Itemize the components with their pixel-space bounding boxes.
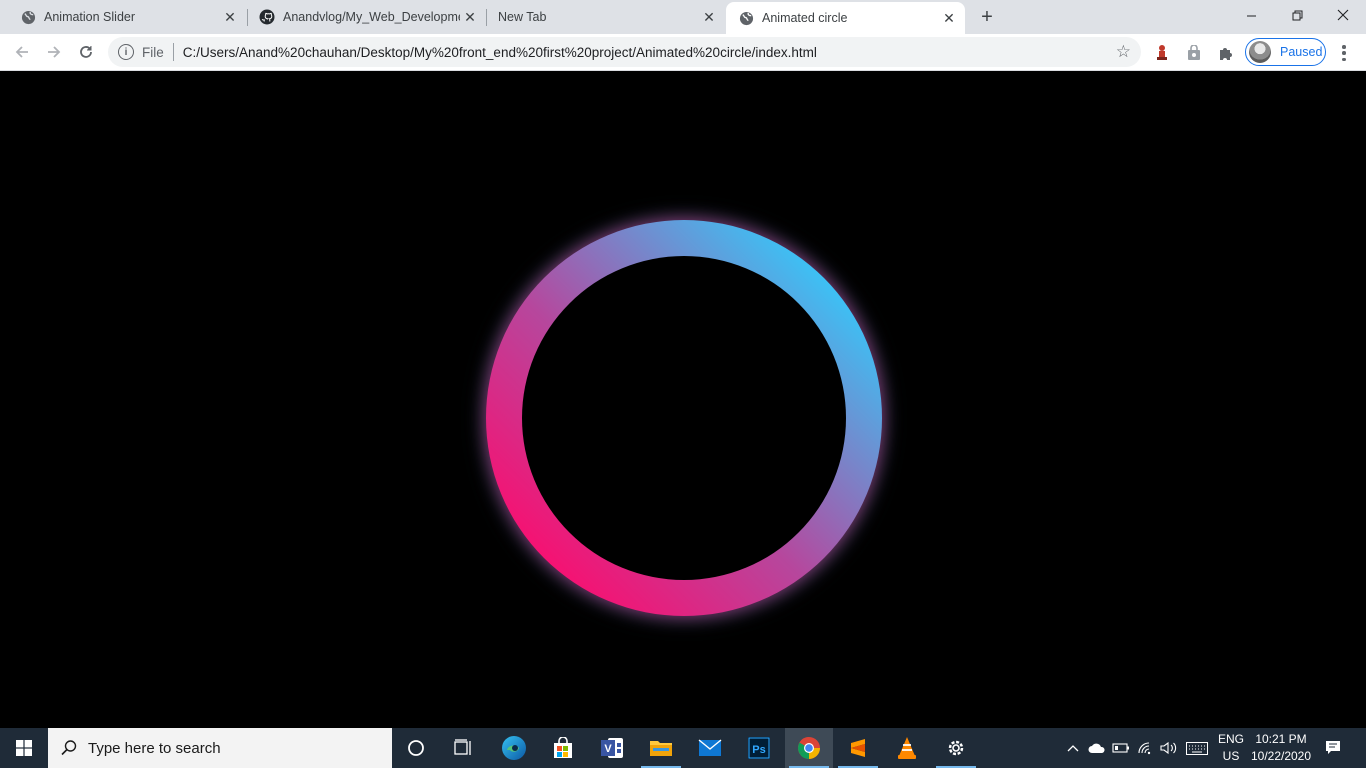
tab-close-icon[interactable]: ✕ (699, 7, 719, 27)
settings-icon[interactable] (932, 728, 980, 768)
tab-title: Animation Slider (44, 10, 136, 24)
sublime-text-icon[interactable] (834, 728, 882, 768)
cortana-icon[interactable] (392, 728, 440, 768)
info-icon[interactable]: i (118, 44, 134, 60)
close-icon (1337, 9, 1349, 21)
menu-dot (1342, 45, 1346, 49)
windows-taskbar: Type here to search V Ps ENG US 10:21 PM… (0, 728, 1366, 768)
omnibox-divider (172, 43, 174, 61)
search-icon (61, 740, 77, 756)
tab-title: Animated circle (762, 11, 848, 25)
taskbar-search-box[interactable]: Type here to search (48, 728, 392, 768)
profile-button[interactable]: Paused (1245, 38, 1326, 66)
arrow-left-icon (15, 46, 28, 58)
tab-new-tab[interactable]: New Tab ✕ (478, 0, 725, 34)
tab-close-icon[interactable]: ✕ (460, 7, 480, 27)
language-code: ENG (1217, 732, 1244, 746)
vlc-icon[interactable] (883, 728, 931, 768)
extensions-puzzle-icon[interactable] (1216, 43, 1236, 63)
animated-gradient-ring (486, 220, 882, 616)
github-icon (259, 9, 275, 25)
restore-icon (1292, 10, 1302, 20)
tab-animation-slider[interactable]: Animation Slider ✕ (0, 0, 246, 34)
url-text[interactable]: C:/Users/Anand%20chauhan/Desktop/My%20fr… (183, 45, 817, 60)
wifi-icon[interactable] (1134, 728, 1156, 768)
chevron-up-icon[interactable] (1063, 728, 1083, 768)
forward-button[interactable] (42, 40, 66, 64)
reload-icon (80, 46, 92, 58)
volume-icon[interactable] (1157, 728, 1181, 768)
arrow-right-icon (48, 46, 61, 58)
back-button[interactable] (10, 40, 34, 64)
page-viewport (0, 71, 1366, 728)
notification-icon (1326, 741, 1340, 754)
input-language-indicator[interactable]: ENG US (1214, 731, 1248, 765)
mail-icon[interactable] (686, 728, 734, 768)
task-view-icon[interactable] (440, 728, 488, 768)
bookmark-star-icon[interactable]: ☆ (1116, 42, 1131, 62)
tab-title: New Tab (498, 10, 547, 24)
tab-title: Anandvlog/My_Web_Developme (283, 10, 460, 24)
extension-chess-icon[interactable] (1152, 43, 1172, 63)
photoshop-icon[interactable]: Ps (735, 728, 783, 768)
region-code: US (1222, 749, 1240, 763)
profile-status: Paused (1280, 45, 1323, 59)
onedrive-cloud-icon[interactable] (1086, 728, 1108, 768)
minimize-icon (1246, 15, 1256, 16)
plus-icon: + (981, 5, 993, 28)
more-menu-button[interactable] (1336, 43, 1352, 63)
visio-icon[interactable]: V (588, 728, 636, 768)
ring-center (522, 256, 846, 580)
globe-icon (20, 9, 36, 25)
globe-icon (738, 10, 754, 26)
browser-toolbar: i File C:/Users/Anand%20chauhan/Desktop/… (0, 34, 1366, 71)
menu-dot (1342, 51, 1346, 55)
svg-text:Ps: Ps (752, 744, 765, 756)
tab-close-icon[interactable]: ✕ (220, 7, 240, 27)
file-explorer-icon[interactable] (637, 728, 685, 768)
edge-icon[interactable] (490, 728, 538, 768)
menu-dot (1342, 57, 1346, 61)
search-placeholder: Type here to search (88, 739, 221, 757)
tab-animated-circle[interactable]: Animated circle ✕ (726, 2, 965, 34)
reload-button[interactable] (74, 40, 98, 64)
tab-close-icon[interactable]: ✕ (939, 8, 959, 28)
restore-button[interactable] (1274, 0, 1320, 30)
start-button[interactable] (0, 728, 48, 768)
windows-logo-icon (16, 740, 32, 756)
battery-icon[interactable] (1110, 728, 1132, 768)
clock-date: 10/22/2020 (1250, 749, 1312, 763)
action-center-button[interactable] (1318, 728, 1348, 768)
tab-github-repo[interactable]: Anandvlog/My_Web_Developme ✕ (239, 0, 486, 34)
address-bar[interactable]: i File C:/Users/Anand%20chauhan/Desktop/… (108, 37, 1141, 67)
clock-time: 10:21 PM (1255, 732, 1307, 746)
chrome-icon[interactable] (785, 728, 833, 768)
minimize-button[interactable] (1228, 0, 1274, 30)
keyboard-icon[interactable] (1183, 728, 1211, 768)
scheme-label: File (142, 44, 164, 60)
avatar (1249, 41, 1271, 63)
extension-bag-icon[interactable] (1184, 43, 1204, 63)
store-icon[interactable] (539, 728, 587, 768)
tab-strip: Animation Slider ✕ Anandvlog/My_Web_Deve… (0, 0, 1366, 34)
svg-text:V: V (604, 743, 612, 755)
taskbar-clock[interactable]: 10:21 PM 10/22/2020 (1250, 731, 1312, 765)
new-tab-button[interactable]: + (976, 6, 998, 28)
close-window-button[interactable] (1320, 0, 1366, 30)
